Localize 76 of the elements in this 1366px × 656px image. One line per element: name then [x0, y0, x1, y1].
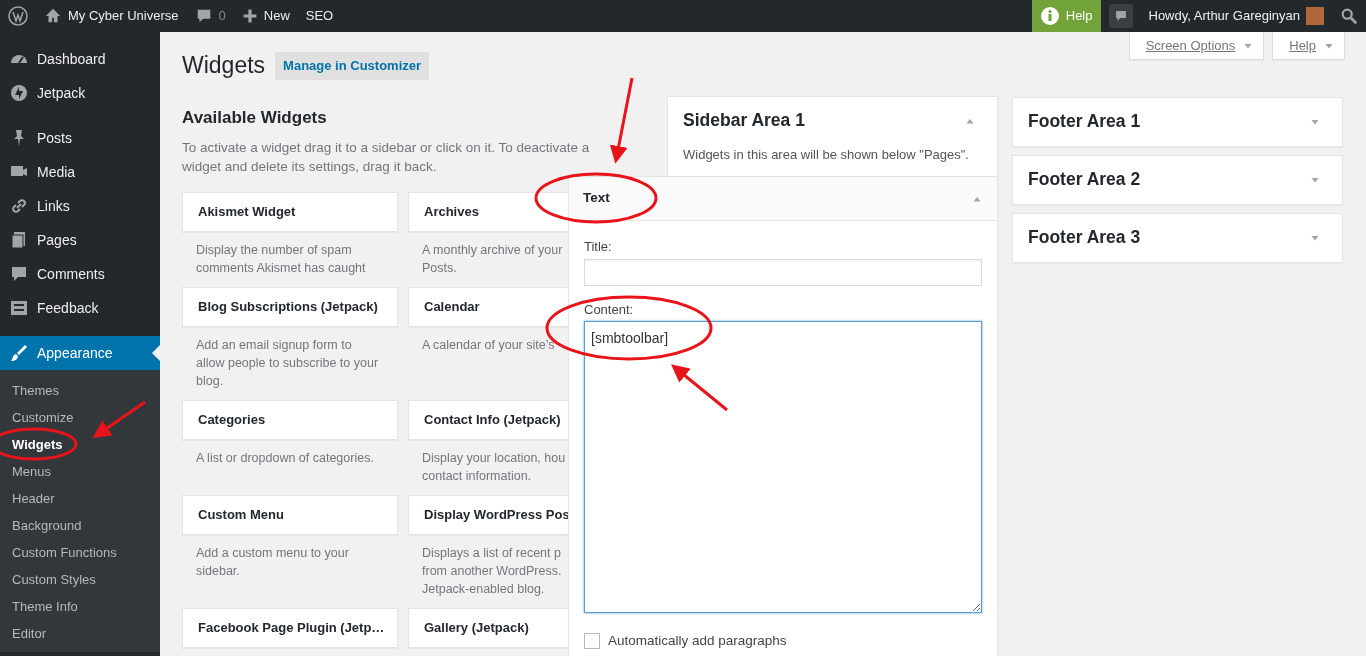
widget-title[interactable]: Text: [583, 188, 610, 209]
widget-item[interactable]: Contact Info (Jetpack): [408, 400, 568, 441]
field-label: Title:: [584, 238, 613, 256]
widget-item[interactable]: Custom Menu: [182, 495, 398, 536]
sidebar-menu-item[interactable]: Jetpack: [0, 76, 160, 110]
widget-item[interactable]: Calendar: [408, 287, 568, 328]
widget-description: A monthly archive of your Posts.: [421, 242, 564, 278]
page-title: Widgets: [182, 52, 266, 80]
form-icon: [9, 298, 29, 318]
sidebar-menu-item[interactable]: Posts: [0, 121, 160, 155]
widget-item[interactable]: Categories: [182, 400, 398, 441]
widget-description: Add an email signup form to allow people to subscribe to your blog.: [195, 337, 380, 391]
screen-tab[interactable]: Help: [1272, 32, 1345, 60]
widget-description: A calendar of your site’s: [421, 337, 556, 355]
checkbox-label[interactable]: Automatically add paragraphs: [608, 630, 787, 651]
widget-item[interactable]: Akismet Widget: [182, 192, 398, 233]
new-link[interactable]: New: [233, 0, 298, 32]
content-textarea[interactable]: [smbtoolbar]: [584, 321, 982, 613]
sidebar-menu-item[interactable]: Appearance: [0, 336, 160, 370]
sidebar-menu-item[interactable]: Pages: [0, 223, 160, 257]
submenu-item[interactable]: Header: [0, 485, 160, 512]
annotation-arrow: [92, 400, 146, 439]
widget-item[interactable]: Facebook Page Plugin (Jetp…: [182, 608, 398, 649]
avatar-placeholder: [1306, 7, 1324, 25]
sidebar-menu-item[interactable]: Dashboard: [0, 42, 160, 76]
submenu-item[interactable]: Custom Functions: [0, 539, 160, 566]
bolt-icon: [9, 83, 29, 103]
seo-link[interactable]: SEO: [297, 0, 342, 32]
submenu-item[interactable]: Editor: [0, 620, 160, 647]
widget-description: Display your location, hou contact information.: [421, 450, 567, 486]
widget-description: Display the number of spam comments Akismet has caught: [195, 242, 367, 278]
widget-area-title[interactable]: Sidebar Area 1: [683, 107, 805, 134]
submenu-item[interactable]: Custom Styles: [0, 566, 160, 593]
title-input[interactable]: [584, 258, 982, 286]
submenu-item[interactable]: Menus: [0, 458, 160, 485]
comments-link[interactable]: 0: [186, 0, 234, 32]
widget-area-title[interactable]: Footer Area 2: [1028, 166, 1141, 193]
link-icon: [9, 196, 29, 216]
submenu-item[interactable]: Background: [0, 512, 160, 539]
active-pointer: [152, 345, 160, 361]
widget-description: A list or dropdown of categories.: [195, 450, 375, 468]
manage-customizer-button[interactable]: Manage in Customizer: [275, 52, 430, 80]
speech-bubble-icon: [1113, 9, 1128, 23]
sidebar-menu-item[interactable]: Links: [0, 189, 160, 223]
submenu-item[interactable]: Themes: [0, 377, 160, 404]
instructions-text: To activate a widget drag it to a sidebar or click on it. To deactivate a widget and delete its settings, drag it back.: [182, 139, 591, 177]
widget-item[interactable]: Archives: [408, 192, 568, 233]
sidebar-menu-item[interactable]: Comments: [0, 257, 160, 291]
plus-icon: [241, 8, 258, 24]
submenu-item[interactable]: Customize: [0, 404, 160, 431]
submenu-item[interactable]: Widgets: [0, 431, 160, 458]
submenu-item[interactable]: Theme Info: [0, 593, 160, 620]
sidebar-menu-item[interactable]: Media: [0, 155, 160, 189]
section-heading: Available Widgets: [182, 106, 328, 129]
widget-description: Displays a list of recent p from another WordPress. Jetpack-enabled blog.: [421, 545, 563, 599]
notification-button[interactable]: [1108, 4, 1133, 28]
screen-tab[interactable]: Screen Options: [1128, 32, 1265, 60]
checkbox[interactable]: [584, 632, 600, 649]
widget-item[interactable]: Display WordPress Pos: [408, 495, 568, 536]
speech-bubble-icon: [9, 264, 29, 284]
field-label: Content:: [584, 300, 635, 319]
widget-area-title[interactable]: Footer Area 1: [1028, 108, 1141, 135]
search-icon: [1340, 7, 1358, 25]
circle-w-logo-icon[interactable]: [8, 6, 28, 26]
house-icon: [44, 7, 62, 25]
account-link[interactable]: Howdy, Arthur Gareginyan: [1140, 0, 1332, 32]
widget-area-description: Widgets in this area will be shown below "Pages".: [682, 145, 970, 164]
sidebar-menu-item[interactable]: Feedback: [0, 291, 160, 325]
site-name-link[interactable]: My Cyber Universe: [36, 0, 187, 32]
widget-description: Add a custom menu to your sidebar.: [195, 545, 350, 581]
widget-area-title[interactable]: Footer Area 3: [1028, 224, 1141, 251]
paintbrush-icon: [9, 343, 29, 363]
info-icon: [1039, 6, 1060, 26]
widget-item[interactable]: Blog Subscriptions (Jetpack): [182, 287, 398, 328]
annotation-arrow: [671, 364, 728, 412]
widget-item[interactable]: Gallery (Jetpack): [408, 608, 568, 649]
